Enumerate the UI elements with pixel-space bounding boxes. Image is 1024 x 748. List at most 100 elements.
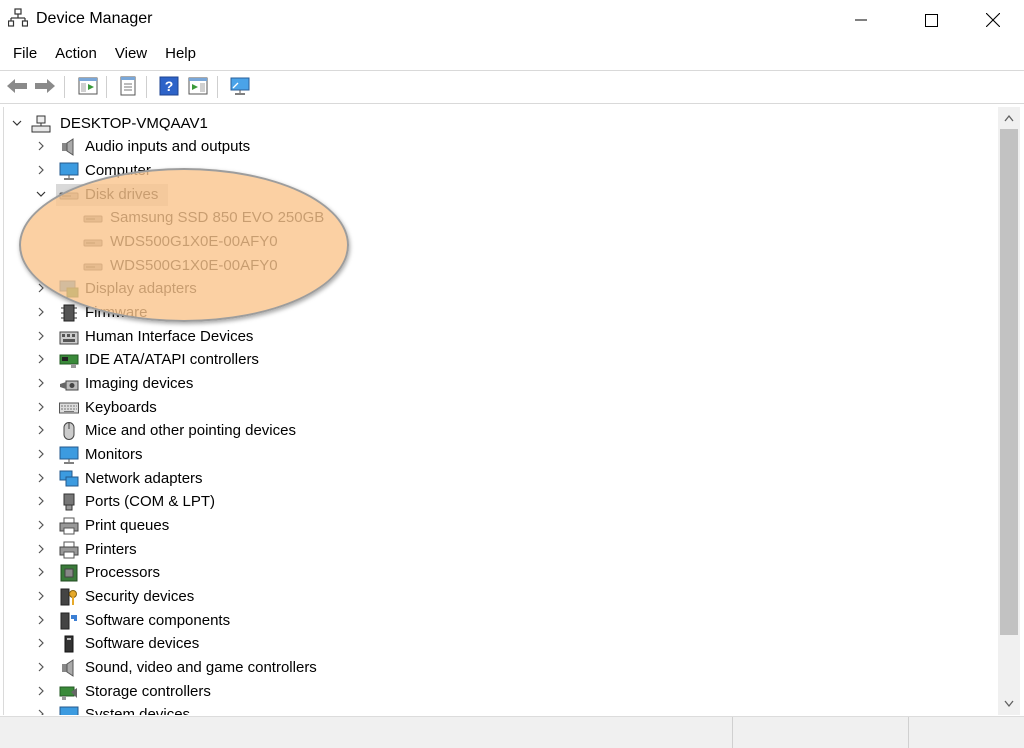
tree-item-security[interactable]: Security devices (4, 586, 984, 608)
tree-item-storage-controllers[interactable]: Storage controllers (4, 681, 984, 703)
tree-item-ide[interactable]: IDE ATA/ATAPI controllers (4, 349, 984, 371)
tree-item-label: IDE ATA/ATAPI controllers (85, 351, 259, 368)
tree-item-system-devices[interactable]: System devices (4, 704, 984, 715)
scrollbar-thumb[interactable] (1000, 129, 1018, 635)
tree-child-label: Samsung SSD 850 EVO 250GB (110, 209, 325, 226)
chevron-right-icon[interactable] (35, 140, 47, 152)
chevron-right-icon[interactable] (35, 353, 47, 365)
port-icon (63, 493, 75, 511)
controller-icon (59, 354, 79, 368)
maximize-button[interactable] (908, 0, 954, 40)
tree-item-label: Storage controllers (85, 683, 211, 700)
tree-item-hid[interactable]: Human Interface Devices (4, 326, 984, 348)
speaker-icon (62, 138, 74, 156)
tree-item-label: Computer (85, 162, 151, 179)
tree-item-ports[interactable]: Ports (COM & LPT) (4, 491, 984, 513)
toolbar-separator (217, 76, 218, 98)
tree-item-keyboards[interactable]: Keyboards (4, 397, 984, 419)
tree-item-network[interactable]: Network adapters (4, 468, 984, 490)
chevron-right-icon[interactable] (35, 330, 47, 342)
vertical-scrollbar[interactable] (998, 107, 1020, 715)
help-button[interactable]: ? (157, 74, 181, 98)
maximize-icon (924, 13, 938, 27)
status-bar-separator (908, 717, 909, 748)
menu-help[interactable]: Help (155, 42, 204, 68)
chevron-right-icon[interactable] (35, 685, 47, 697)
tree-item-audio[interactable]: Audio inputs and outputs (4, 136, 984, 158)
tree-child-disk[interactable]: Samsung SSD 850 EVO 250GB (4, 207, 984, 229)
tree-root[interactable]: DESKTOP-VMQAAV1 (4, 113, 984, 135)
tree-item-software-devices[interactable]: Software devices (4, 633, 984, 655)
forward-button[interactable] (33, 74, 57, 98)
chevron-right-icon[interactable] (35, 448, 47, 460)
menu-view[interactable]: View (105, 42, 155, 68)
tree-item-mice[interactable]: Mice and other pointing devices (4, 420, 984, 442)
tree-item-software-components[interactable]: Software components (4, 610, 984, 632)
scroll-down-arrow-icon[interactable] (1003, 697, 1015, 709)
menu-bar: File Action View Help (0, 42, 1024, 68)
tree-item-printers[interactable]: Printers (4, 539, 984, 561)
chevron-right-icon[interactable] (35, 401, 47, 413)
tree-item-print-queues[interactable]: Print queues (4, 515, 984, 537)
console-tree-icon (78, 77, 98, 95)
close-button[interactable] (970, 0, 1016, 40)
toolbar-separator (64, 76, 65, 98)
tree-item-disk-drives[interactable]: Disk drives (4, 184, 984, 206)
monitor-icon (59, 446, 79, 464)
chevron-right-icon[interactable] (35, 708, 47, 715)
system-device-icon (59, 706, 79, 715)
tree-root-label: DESKTOP-VMQAAV1 (60, 115, 208, 132)
chevron-right-icon[interactable] (35, 543, 47, 555)
tree-item-label: Software devices (85, 635, 200, 652)
tree-child-disk[interactable]: WDS500G1X0E-00AFY0 (4, 255, 984, 277)
status-bar (0, 716, 1024, 748)
tree-item-imaging[interactable]: Imaging devices (4, 373, 984, 395)
menu-action[interactable]: Action (45, 42, 105, 68)
chevron-right-icon[interactable] (35, 472, 47, 484)
minimize-button[interactable] (838, 0, 884, 40)
toolbar-separator (146, 76, 147, 98)
chevron-right-icon[interactable] (35, 164, 47, 176)
chevron-right-icon[interactable] (35, 661, 47, 673)
tree-item-label: Printers (85, 541, 137, 558)
tree-child-disk[interactable]: WDS500G1X0E-00AFY0 (4, 231, 984, 253)
back-arrow-icon (7, 79, 27, 93)
camera-icon (60, 380, 79, 391)
chevron-right-icon[interactable] (35, 519, 47, 531)
help-icon: ? (159, 76, 179, 96)
chevron-right-icon[interactable] (35, 590, 47, 602)
chevron-right-icon[interactable] (35, 377, 47, 389)
tree-item-firmware[interactable]: Firmware (4, 302, 984, 324)
tree-item-label: Firmware (85, 304, 148, 321)
scan-hardware-changes-button[interactable] (228, 74, 252, 98)
chevron-right-icon[interactable] (35, 614, 47, 626)
tree-item-label: Mice and other pointing devices (85, 422, 296, 439)
scan-monitor-icon (230, 77, 250, 95)
chevron-down-icon[interactable] (11, 117, 23, 129)
tree-item-label: Processors (85, 564, 161, 581)
chevron-right-icon[interactable] (35, 282, 47, 294)
tree-item-computer[interactable]: Computer (4, 160, 984, 182)
chevron-down-icon[interactable] (35, 188, 47, 200)
monitor-icon (59, 162, 79, 180)
chevron-right-icon[interactable] (35, 566, 47, 578)
action-pane-button[interactable] (186, 74, 210, 98)
show-hide-console-tree-button[interactable] (76, 74, 100, 98)
scroll-up-arrow-icon[interactable] (1003, 113, 1015, 125)
menu-file[interactable]: File (0, 42, 45, 68)
tree-item-label: Network adapters (85, 470, 203, 487)
back-button[interactable] (5, 74, 29, 98)
tree-item-sound[interactable]: Sound, video and game controllers (4, 657, 984, 679)
software-component-icon (60, 612, 77, 630)
disk-drive-icon (83, 239, 103, 247)
tree-item-processors[interactable]: Processors (4, 562, 984, 584)
chevron-right-icon[interactable] (35, 306, 47, 318)
tree-item-display-adapters[interactable]: Display adapters (4, 278, 984, 300)
properties-button[interactable] (116, 74, 140, 98)
chevron-right-icon[interactable] (35, 637, 47, 649)
tree-item-monitors[interactable]: Monitors (4, 444, 984, 466)
chevron-right-icon[interactable] (35, 424, 47, 436)
chevron-right-icon[interactable] (35, 495, 47, 507)
device-tree[interactable]: DESKTOP-VMQAAV1 Audio inputs and outputs… (3, 107, 998, 715)
tree-item-label: Print queues (85, 517, 170, 534)
